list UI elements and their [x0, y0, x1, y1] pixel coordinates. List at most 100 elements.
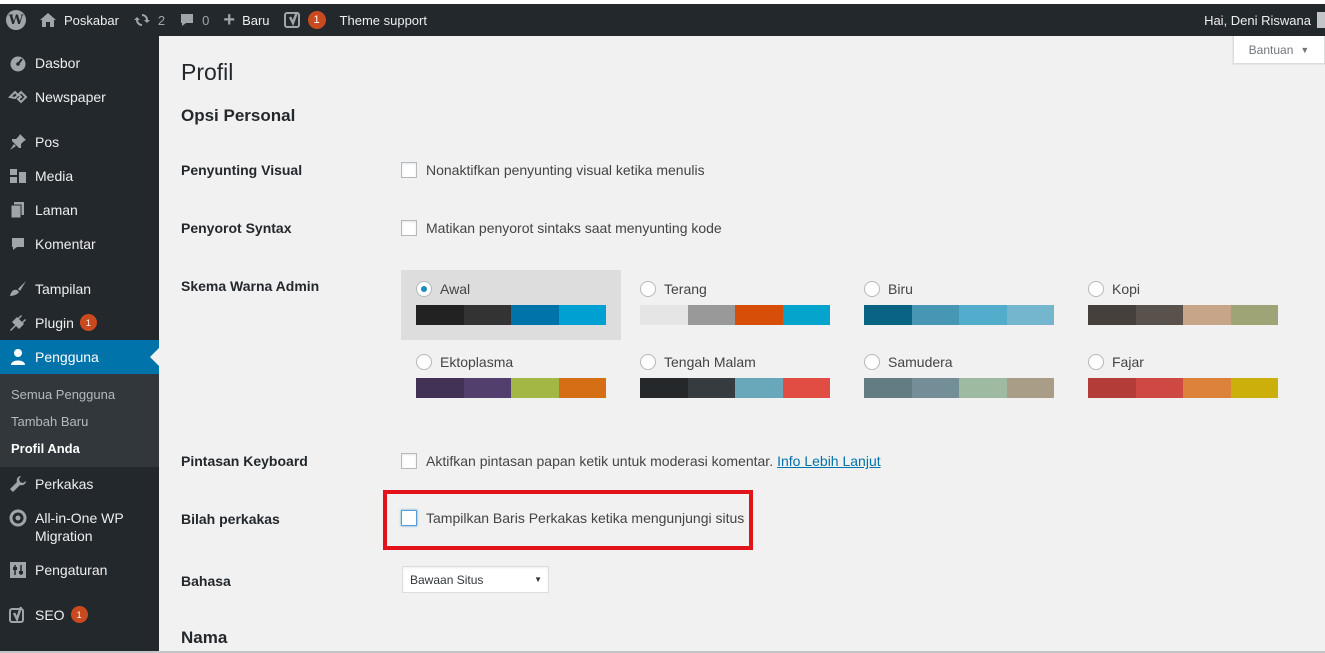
plugin-update-badge: 1 — [79, 314, 97, 331]
color-scheme-option[interactable]: Fajar — [1073, 343, 1293, 413]
sidebar-item-label: Newspaper — [35, 89, 106, 105]
color-scheme-radio[interactable] — [1088, 354, 1104, 370]
keyboard-shortcuts-label: Pintasan Keyboard — [181, 453, 308, 469]
wordpress-logo-button[interactable]: W — [0, 4, 32, 36]
color-scheme-radio[interactable] — [640, 281, 656, 297]
wordpress-icon: W — [6, 10, 26, 30]
sidebar-item-dasbor[interactable]: Dasbor — [0, 46, 159, 80]
home-icon — [39, 12, 57, 28]
color-scheme-radio[interactable] — [416, 281, 432, 297]
color-scheme-option[interactable]: Samudera — [849, 343, 1069, 413]
color-scheme-option[interactable]: Awal — [401, 270, 621, 340]
sidebar-item-media[interactable]: Media — [0, 159, 159, 193]
sidebar-item-pengaturan[interactable]: Pengaturan — [0, 553, 159, 587]
toolbar-label: Bilah perkakas — [181, 511, 280, 527]
settings-icon — [8, 561, 28, 579]
more-info-link[interactable]: Info Lebih Lanjut — [777, 453, 881, 469]
color-scheme-label: Skema Warna Admin — [181, 278, 320, 294]
color-swatch — [911, 378, 959, 398]
color-swatch — [864, 305, 912, 325]
my-account[interactable]: Hai, Deni Riswana — [1204, 4, 1325, 36]
color-swatches — [1088, 378, 1278, 398]
wrench-icon — [8, 475, 28, 493]
sidebar-item-pos[interactable]: Pos — [0, 125, 159, 159]
updates-link[interactable]: 2 — [126, 4, 172, 36]
color-scheme-option[interactable]: Tengah Malam — [625, 343, 845, 413]
submenu-item-semua-pengguna[interactable]: Semua Pengguna — [0, 381, 159, 408]
submenu-item-profil-anda[interactable]: Profil Anda — [0, 435, 159, 462]
color-swatch — [1006, 378, 1054, 398]
comment-icon — [179, 12, 195, 28]
site-name-link[interactable]: Poskabar — [32, 4, 126, 36]
color-scheme-radio[interactable] — [640, 354, 656, 370]
help-tab-button[interactable]: Bantuan ▼ — [1233, 36, 1325, 64]
sidebar-item-perkakas[interactable]: Perkakas — [0, 467, 159, 501]
color-scheme-radio[interactable] — [864, 354, 880, 370]
color-scheme-option[interactable]: Kopi — [1073, 270, 1293, 340]
color-scheme-header: Terang — [640, 281, 845, 297]
color-swatches — [864, 378, 1054, 398]
migration-icon — [8, 509, 28, 527]
language-select[interactable]: Bawaan Situs ▼ — [402, 566, 549, 593]
sidebar-item-label: Laman — [35, 202, 78, 218]
color-swatch — [558, 305, 606, 325]
sidebar-item-newspaper[interactable]: Newspaper — [0, 80, 159, 114]
color-swatch — [463, 305, 511, 325]
sidebar-item-label: Pengaturan — [35, 562, 108, 578]
color-swatch — [864, 378, 912, 398]
plugin-icon — [8, 314, 28, 332]
sidebar-item-label: Komentar — [35, 236, 96, 252]
theme-support-link[interactable]: Theme support — [333, 4, 434, 36]
color-swatches — [416, 378, 606, 398]
sidebar-item-label: Dasbor — [35, 55, 81, 71]
site-name: Poskabar — [64, 12, 119, 28]
color-scheme-radio[interactable] — [1088, 281, 1104, 297]
sidebar-item-all-in-one-wp-migration[interactable]: All-in-One WP Migration — [0, 501, 159, 553]
page-title: Profil — [181, 59, 234, 85]
color-scheme-option[interactable]: Terang — [625, 270, 845, 340]
comments-link[interactable]: 0 — [172, 4, 216, 36]
plus-icon: + — [223, 8, 236, 31]
sidebar-item-plugin[interactable]: Plugin 1 — [0, 306, 159, 340]
disable-visual-editor-checkbox[interactable] — [401, 162, 417, 178]
sidebar-item-laman[interactable]: Laman — [0, 193, 159, 227]
color-swatch — [735, 378, 783, 398]
color-swatch — [735, 305, 783, 325]
color-swatch — [959, 305, 1007, 325]
sidebar-item-komentar[interactable]: Komentar — [0, 227, 159, 261]
sidebar-item-pengguna[interactable]: Pengguna — [0, 340, 159, 374]
color-swatch — [1135, 378, 1183, 398]
color-swatch — [640, 378, 688, 398]
newspaper-icon — [8, 88, 28, 106]
keyboard-shortcuts-checkbox[interactable] — [401, 453, 417, 469]
sidebar-item-label: Tampilan — [35, 281, 92, 297]
seo-update-badge: 1 — [70, 606, 88, 623]
sidebar-item-seo[interactable]: SEO 1 — [0, 598, 159, 632]
color-scheme-option[interactable]: Ektoplasma — [401, 343, 621, 413]
disable-syntax-checkbox[interactable] — [401, 220, 417, 236]
disable-syntax-text: Matikan penyorot sintaks saat menyunting… — [426, 220, 722, 236]
pin-icon — [8, 133, 28, 151]
color-scheme-header: Ektoplasma — [416, 354, 621, 370]
color-scheme-name: Terang — [664, 281, 707, 297]
media-icon — [8, 167, 28, 185]
color-scheme-header: Awal — [416, 281, 621, 297]
sidebar-item-label: Pos — [35, 134, 60, 150]
new-content-link[interactable]: + Baru — [216, 4, 276, 36]
color-scheme-radio[interactable] — [864, 281, 880, 297]
sidebar-item-label: Pengguna — [35, 349, 99, 365]
color-swatch — [416, 305, 464, 325]
color-scheme-header: Biru — [864, 281, 1069, 297]
sidebar-item-tampilan[interactable]: Tampilan — [0, 272, 159, 306]
color-swatches — [640, 378, 830, 398]
color-scheme-name: Kopi — [1112, 281, 1141, 297]
color-swatch — [511, 378, 559, 398]
seo-link[interactable]: 1 — [277, 4, 333, 36]
syntax-label: Penyorot Syntax — [181, 220, 292, 236]
color-swatch — [782, 305, 830, 325]
color-swatch — [640, 305, 688, 325]
color-scheme-option[interactable]: Biru — [849, 270, 1069, 340]
color-scheme-radio[interactable] — [416, 354, 432, 370]
color-swatches — [1088, 305, 1278, 325]
submenu-item-tambah-baru[interactable]: Tambah Baru — [0, 408, 159, 435]
